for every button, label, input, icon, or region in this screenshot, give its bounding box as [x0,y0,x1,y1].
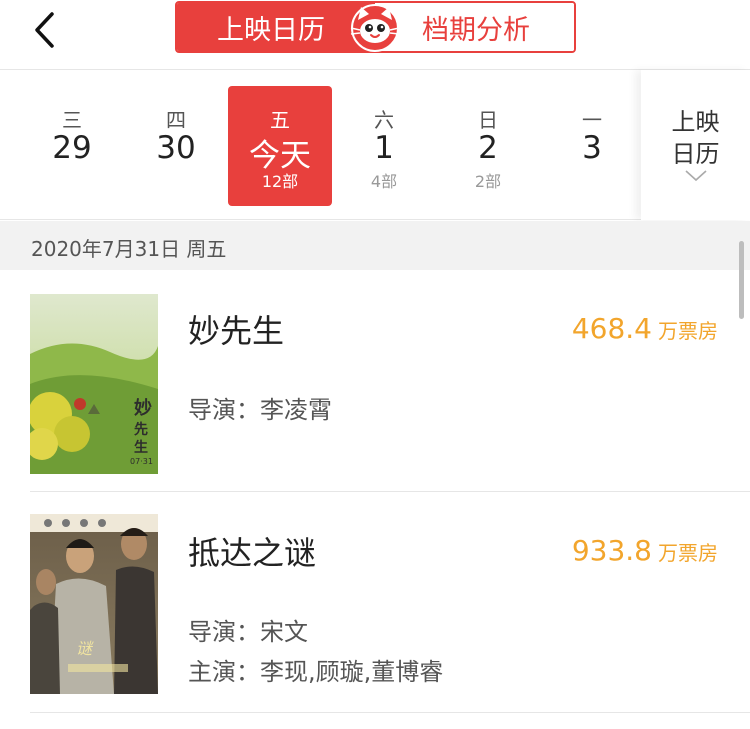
date-number: 29 [52,130,92,166]
top-nav-bar: 上映日历 档期分析 [0,0,750,70]
weekday-label: 六 [374,108,394,132]
movie-count: 12部 [261,172,299,191]
date-item-29[interactable]: 三 29 [20,86,124,206]
date-number: 1 [374,130,394,166]
movie-count: 2部 [474,172,502,191]
box-office: 468.4 万票房 [572,312,718,345]
chevron-left-icon [35,12,54,48]
date-item-30[interactable]: 四 30 [124,86,228,206]
date-number: 3 [582,130,602,166]
date-number: 30 [156,130,196,166]
weekday-label: 四 [166,108,186,132]
movie-cast: 主演：李现,顾璇,董博睿 [188,658,444,686]
chevron-down-icon [685,170,707,182]
box-office-value: 468.4 [571,312,652,345]
poster-release-date: 07·31 [130,457,153,466]
movie-row[interactable]: 妙 先 生 07·31 妙先生 468.4 万票房 导演：李凌霄 [0,270,750,492]
movie-director: 导演：宋文 [188,618,308,646]
date-number: 2 [478,130,498,166]
tab-schedule-analysis[interactable]: 档期分析 [375,3,574,51]
svg-text:先: 先 [134,421,148,438]
weekday-label: 日 [478,108,498,132]
date-item-today[interactable]: 五 今天 12部 [228,86,332,206]
box-office-unit: 万票房 [658,541,718,565]
scrollbar[interactable] [739,241,744,319]
calendar-button-line1: 上映 [671,108,720,136]
box-office: 933.8 万票房 [572,534,718,567]
box-office-value: 933.8 [571,534,652,567]
tab-release-calendar[interactable]: 上映日历 [177,3,376,51]
date-item-2[interactable]: 日 2 2部 [436,86,540,206]
row-divider [30,712,750,713]
weekday-label: 三 [62,108,82,132]
weekday-label: 五 [270,108,290,132]
date-item-1[interactable]: 六 1 4部 [332,86,436,206]
date-section-label: 2020年7月31日 周五 [31,237,227,261]
weekday-label: 一 [582,108,602,132]
back-button[interactable] [22,8,66,52]
movie-poster: 谜 [30,514,158,694]
maoyan-cat-logo-icon [350,4,400,52]
tab-schedule-analysis-label: 档期分析 [422,14,530,46]
svg-text:生: 生 [134,439,148,456]
date-selector: 三 29 四 30 五 今天 12部 六 1 4部 日 2 2部 一 3 上映 … [0,70,750,220]
svg-text:妙: 妙 [134,397,152,419]
poster-image: 妙 先 生 07·31 [30,294,158,474]
box-office-unit: 万票房 [658,319,718,343]
movie-row[interactable]: 谜 抵达之谜 933.8 万票房 导演：宋文 主演：李现,顾璇,董博睿 [0,492,750,729]
calendar-button-line2: 日历 [671,140,720,168]
movie-title: 抵达之谜 [188,534,317,572]
movie-count: 4部 [370,172,398,191]
tab-release-calendar-label: 上映日历 [217,14,325,46]
date-item-3[interactable]: 一 3 [540,86,644,206]
movie-title: 妙先生 [188,312,285,350]
movie-director: 导演：李凌霄 [188,396,332,424]
svg-text:谜: 谜 [76,639,94,658]
release-calendar-button[interactable]: 上映 日历 [641,70,750,220]
movie-poster: 妙 先 生 07·31 [30,294,158,474]
poster-image: 谜 [30,514,158,694]
date-section-header: 2020年7月31日 周五 [0,221,750,270]
